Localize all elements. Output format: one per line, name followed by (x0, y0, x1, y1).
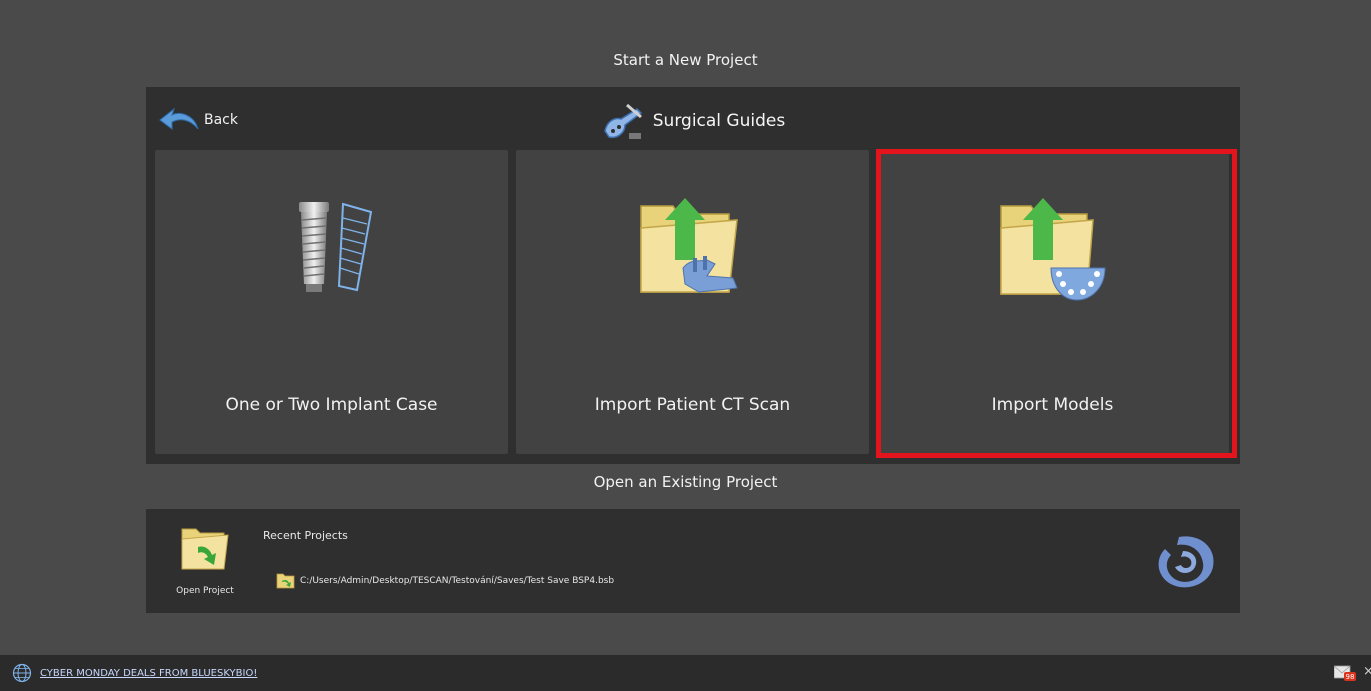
mail-notification-icon[interactable]: 98 (1334, 665, 1356, 681)
open-project-button[interactable]: Open Project (170, 523, 240, 605)
tile-label: Import Patient CT Scan (594, 395, 791, 415)
tile-label: Import Models (991, 395, 1114, 415)
tile-import-models[interactable]: Import Models (876, 150, 1229, 454)
recent-project-item[interactable]: C:/Users/Admin/Desktop/TESCAN/Testování/… (276, 573, 614, 589)
globe-icon (12, 663, 32, 683)
tile-label: One or Two Implant Case (225, 395, 438, 415)
recent-folder-icon (276, 573, 295, 589)
surgical-guides-label: Surgical Guides (652, 111, 786, 131)
open-folder-icon (181, 528, 229, 570)
implant-icon (298, 202, 372, 292)
import-ct-folder-icon (639, 198, 738, 293)
recent-projects-heading: Recent Projects (263, 529, 348, 542)
surgical-guide-icon (603, 103, 642, 139)
footer-bar: CYBER MONDAY DEALS FROM BLUESKYBIO! 98 × (0, 655, 1371, 691)
open-existing-project-heading: Open an Existing Project (593, 473, 778, 491)
tile-one-or-two-implant-case[interactable]: One or Two Implant Case (155, 150, 508, 454)
open-project-label: Open Project (176, 586, 234, 596)
open-project-panel: Open Project Recent Projects C:/Users/Ad… (146, 509, 1240, 613)
blue-sky-logo-icon (1158, 536, 1214, 588)
import-models-folder-icon (999, 198, 1106, 301)
promo-link[interactable]: CYBER MONDAY DEALS FROM BLUESKYBIO! (12, 663, 257, 683)
close-icon[interactable]: × (1363, 664, 1371, 679)
tile-import-patient-ct-scan[interactable]: Import Patient CT Scan (516, 150, 869, 454)
surgical-guides-panel: Back Surgical Guides One or Two Implant … (146, 87, 1240, 464)
start-new-project-heading: Start a New Project (613, 51, 758, 69)
mail-badge-count: 98 (1346, 673, 1355, 681)
recent-project-path: C:/Users/Admin/Desktop/TESCAN/Testování/… (300, 576, 615, 586)
promo-text: CYBER MONDAY DEALS FROM BLUESKYBIO! (40, 667, 258, 679)
surgical-guides-title: Surgical Guides (146, 101, 1240, 141)
